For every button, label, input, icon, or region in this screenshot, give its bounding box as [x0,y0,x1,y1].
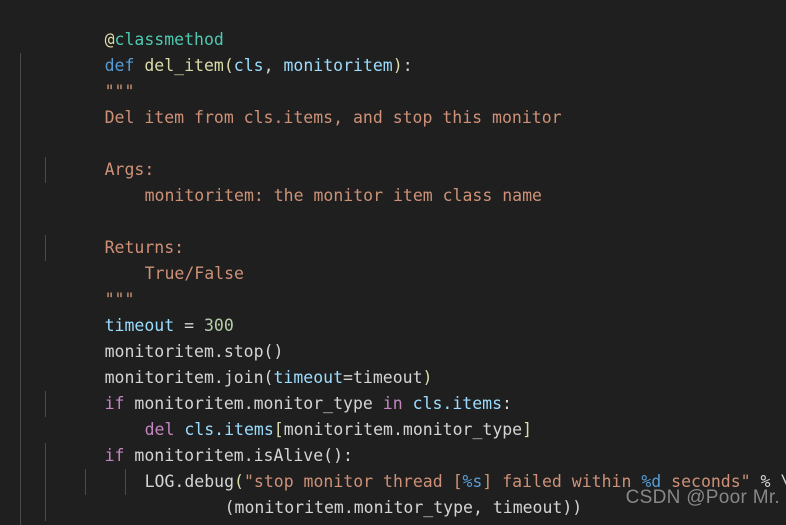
code-line-11[interactable]: """ [0,261,786,309]
indent-guide [20,53,21,79]
code-line-21[interactable]: LOG.debug("stop monitor thread [%s] suce… [0,521,786,525]
code-line-5[interactable] [0,105,786,131]
code-editor-viewport[interactable]: @classmethod def del_item(cls, monitorit… [0,0,786,525]
indent-guide [20,495,21,521]
indent-guide [20,521,21,525]
indent-guide [20,131,21,157]
code-line-18[interactable]: LOG.debug("stop monitor thread [%s] fail… [0,443,786,491]
indent-guide [85,469,86,495]
indent-guide [45,235,46,261]
indent-guide [20,183,21,209]
code-line-1[interactable]: @classmethod [0,1,786,49]
code-line-7[interactable]: monitoritem: the monitor item class name [0,157,786,205]
indent-guide [45,443,46,469]
code-line-12[interactable]: timeout = 300 [0,287,786,335]
code-line-9[interactable]: Returns: [0,209,786,257]
indent-guide [20,391,21,417]
code-line-15[interactable]: if monitoritem.monitor_type in cls.items… [0,365,786,413]
code-line-13[interactable]: monitoritem.stop() [0,313,786,361]
indent-guide [20,417,21,443]
indent-guide [45,469,46,495]
code-line-10[interactable]: True/False [0,235,786,283]
code-line-8[interactable] [0,183,786,209]
code-line-6[interactable]: Args: [0,131,786,179]
indent-guide [20,157,21,183]
indent-guide [20,209,21,235]
indent-guide [45,391,46,417]
indent-guide [45,157,46,183]
indent-guide [20,313,21,339]
code-line-17[interactable]: if monitoritem.isAlive(): [0,417,786,465]
indent-guide [20,443,21,469]
code-line-4[interactable]: Del item from cls.items, and stop this m… [0,79,786,127]
indent-guide [20,339,21,365]
code-line-19[interactable]: (monitoritem.monitor_type, timeout)) [0,469,786,517]
code-line-16[interactable]: del cls.items[monitoritem.monitor_type] [0,391,786,439]
code-content[interactable]: @classmethod def del_item(cls, monitorit… [0,0,786,525]
indent-guide [45,495,46,521]
code-line-3[interactable]: """ [0,53,786,101]
indent-guide [20,287,21,313]
indent-guide [20,261,21,287]
indent-guide [125,469,126,495]
indent-guide [20,235,21,261]
code-line-20[interactable]: return False [0,495,786,525]
indent-guide [20,365,21,391]
indent-guide [20,469,21,495]
code-line-14[interactable]: monitoritem.join(timeout=timeout) [0,339,786,387]
indent-guide [20,105,21,131]
code-line-2[interactable]: def del_item(cls, monitoritem): [0,27,786,75]
indent-guide [20,79,21,105]
